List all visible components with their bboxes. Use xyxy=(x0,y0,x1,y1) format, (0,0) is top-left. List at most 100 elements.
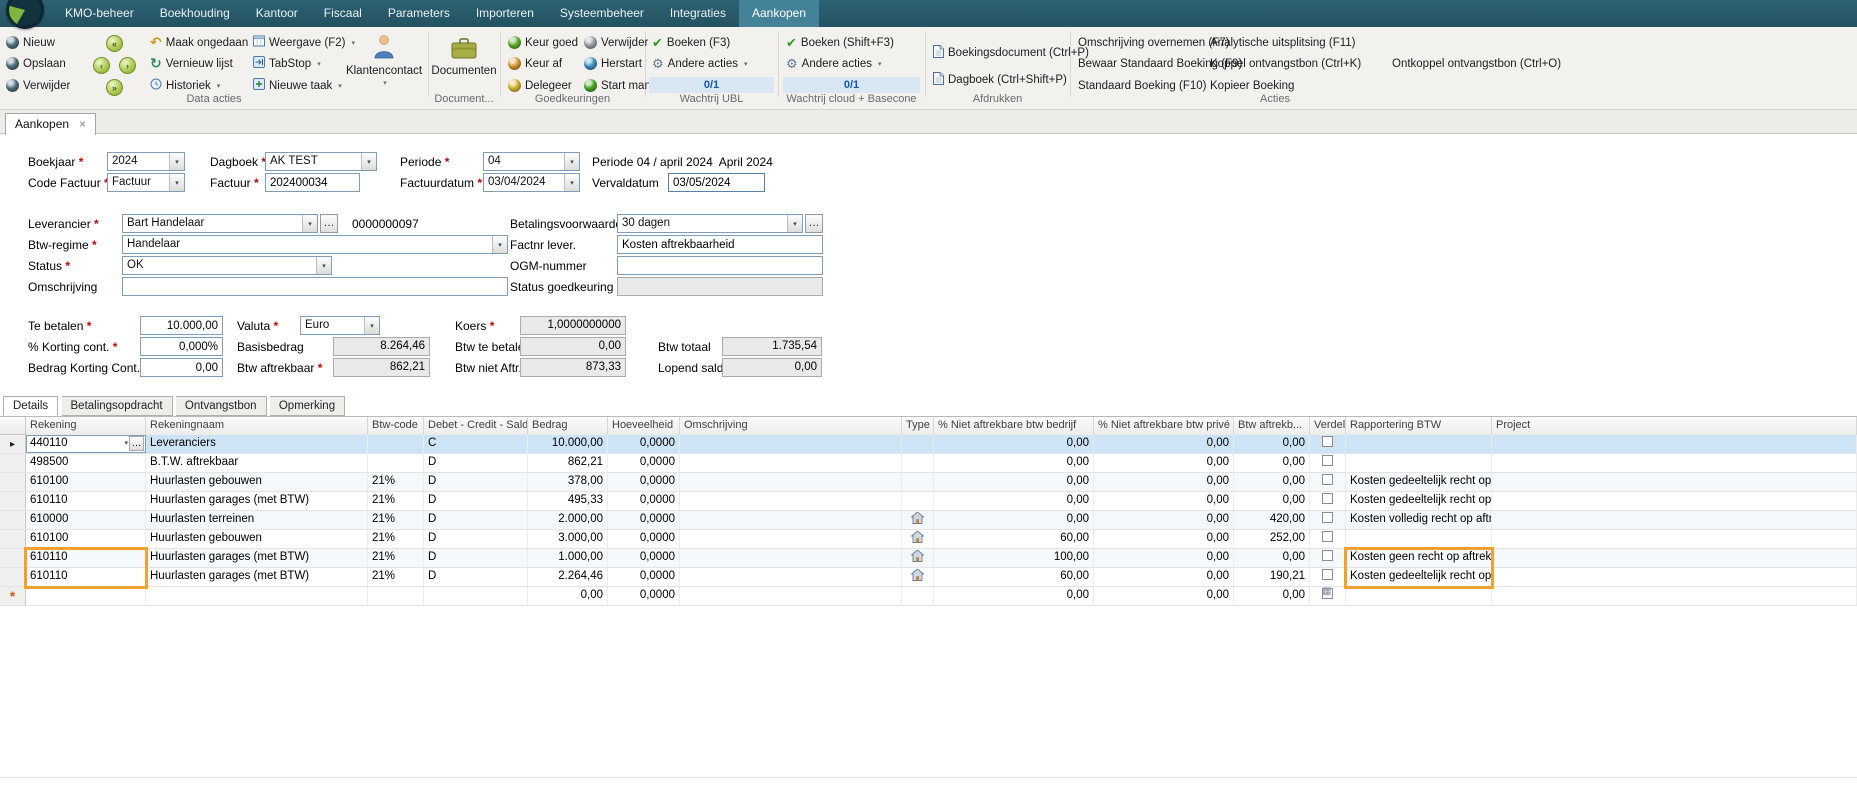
cell-rekening[interactable]: 610110 xyxy=(26,492,146,510)
grid-row[interactable]: 498500B.T.W. aftrekbaarD862,210,00000,00… xyxy=(0,454,1857,473)
factuurdatum-picker[interactable]: 03/04/2024 ▾ xyxy=(483,173,580,192)
cell-btwcode[interactable] xyxy=(368,587,424,605)
cell-bedrag[interactable]: 0,00 xyxy=(528,587,608,605)
grid-row[interactable]: 610110Huurlasten garages (met BTW)21%D1.… xyxy=(0,549,1857,568)
dagboek-combobox[interactable]: AK TEST ▾ xyxy=(265,152,377,171)
grid-new-row[interactable]: *0,000,00000,000,000,00 xyxy=(0,587,1857,606)
cell-rapportering[interactable] xyxy=(1346,435,1492,453)
betalingsvoorwaarde-lookup-button[interactable]: … xyxy=(805,214,823,233)
grid-row[interactable]: 610110Huurlasten garages (met BTW)21%D2.… xyxy=(0,568,1857,587)
cell-btw_aftrekb[interactable]: 0,00 xyxy=(1234,549,1310,567)
historiek-button[interactable]: Historiek ▾ xyxy=(150,77,220,94)
cell-btw_aftrekb[interactable]: 0,00 xyxy=(1234,492,1310,510)
document-tab-aankopen[interactable]: Aankopen × xyxy=(5,113,96,135)
cell-btw_aftrekb[interactable]: 252,00 xyxy=(1234,530,1310,548)
andere-acties-ubl-button[interactable]: ⚙ Andere acties ▾ xyxy=(652,55,748,72)
cell-bedrag[interactable]: 495,33 xyxy=(528,492,608,510)
btw-regime-combobox[interactable]: Handelaar ▾ xyxy=(122,235,508,254)
verdeel-checkbox[interactable] xyxy=(1322,588,1333,599)
lookup-ellipsis-button[interactable]: … xyxy=(129,436,144,451)
cell-rapportering[interactable] xyxy=(1346,454,1492,472)
keur-goed-button[interactable]: Keur goed xyxy=(508,34,578,51)
cell-rekeningnaam[interactable]: Huurlasten gebouwen xyxy=(146,530,368,548)
vervaldatum-input[interactable] xyxy=(668,173,765,192)
tab-details[interactable]: Details xyxy=(3,396,58,416)
dagboek-print-button[interactable]: Dagboek (Ctrl+Shift+P) xyxy=(933,71,1067,88)
cell-rekening[interactable]: 610000 xyxy=(26,511,146,529)
nav-last-button[interactable]: » xyxy=(106,79,123,96)
delegeer-button[interactable]: Delegeer xyxy=(508,77,572,94)
cell-type[interactable] xyxy=(902,492,934,510)
cell-btw_aftrekb[interactable]: 190,21 xyxy=(1234,568,1310,586)
cell-hoeveelheid[interactable]: 0,0000 xyxy=(608,454,680,472)
chevron-down-icon[interactable]: ▾ xyxy=(316,257,331,274)
cell-pct_bedrijf[interactable]: 0,00 xyxy=(934,492,1094,510)
cell-hoeveelheid[interactable]: 0,0000 xyxy=(608,492,680,510)
column-header-btw_aftrekb[interactable]: Btw aftrekb... xyxy=(1234,417,1310,435)
cell-dcs[interactable]: D xyxy=(424,549,528,567)
valuta-combobox[interactable]: Euro ▾ xyxy=(300,316,380,335)
cell-pct_bedrijf[interactable]: 0,00 xyxy=(934,435,1094,453)
cell-btwcode[interactable]: 21% xyxy=(368,530,424,548)
leverancier-combobox[interactable]: Bart Handelaar ▾ xyxy=(122,214,318,233)
cell-rekening[interactable]: 610100 xyxy=(26,473,146,491)
cell-verdel[interactable] xyxy=(1310,511,1346,529)
column-header-project[interactable]: Project xyxy=(1492,417,1857,435)
tabstop-button[interactable]: TabStop ▾ xyxy=(253,55,321,72)
column-header-btwcode[interactable]: Btw-code xyxy=(368,417,424,435)
factuur-input[interactable] xyxy=(265,173,360,192)
cell-dcs[interactable]: D xyxy=(424,492,528,510)
chevron-down-icon[interactable]: ▾ xyxy=(169,174,184,191)
verdeel-checkbox[interactable] xyxy=(1322,569,1333,580)
tab-opmerking[interactable]: Opmerking xyxy=(270,396,345,416)
cell-pct_prive[interactable]: 0,00 xyxy=(1094,492,1234,510)
te-betalen-input[interactable] xyxy=(140,316,223,335)
cell-rekening[interactable]: 610110 xyxy=(26,568,146,586)
korting-pct-input[interactable] xyxy=(140,337,223,356)
cell-type[interactable] xyxy=(902,549,934,567)
verwijder-goedkeuring-button[interactable]: Verwijder xyxy=(584,34,648,51)
cell-pct_bedrijf[interactable]: 0,00 xyxy=(934,454,1094,472)
menu-item-kmo-beheer[interactable]: KMO-beheer xyxy=(52,0,147,27)
grid-row[interactable]: ▸440110▾…LeveranciersC10.000,000,00000,0… xyxy=(0,435,1857,454)
cell-project[interactable] xyxy=(1492,568,1857,586)
ogm-nummer-input[interactable] xyxy=(617,256,823,275)
cell-hoeveelheid[interactable]: 0,0000 xyxy=(608,568,680,586)
cell-omschrijving[interactable] xyxy=(680,473,902,491)
verdeel-checkbox[interactable] xyxy=(1322,455,1333,466)
omschrijving-input[interactable] xyxy=(122,277,508,296)
column-header-rekeningnaam[interactable]: Rekeningnaam xyxy=(146,417,368,435)
leverancier-lookup-button[interactable]: … xyxy=(320,214,338,233)
nav-prev-button[interactable]: ‹ xyxy=(93,57,110,74)
menu-item-systeembeheer[interactable]: Systeembeheer xyxy=(547,0,657,27)
cell-pct_prive[interactable]: 0,00 xyxy=(1094,511,1234,529)
chevron-down-icon[interactable]: ▾ xyxy=(787,215,802,232)
ontkoppel-ontvangstbon-button[interactable]: Ontkoppel ontvangstbon (Ctrl+O) xyxy=(1392,55,1561,72)
cell-verdel[interactable] xyxy=(1310,549,1346,567)
menu-item-boekhouding[interactable]: Boekhouding xyxy=(147,0,243,27)
klantencontact-button[interactable]: Klantencontact ▾ xyxy=(345,34,423,87)
cell-rekeningnaam[interactable]: Leveranciers xyxy=(146,435,368,453)
cell-btwcode[interactable]: 21% xyxy=(368,473,424,491)
cell-rekening[interactable]: 498500 xyxy=(26,454,146,472)
cell-pct_prive[interactable]: 0,00 xyxy=(1094,473,1234,491)
cell-dcs[interactable]: D xyxy=(424,473,528,491)
cell-verdel[interactable] xyxy=(1310,492,1346,510)
cell-btwcode[interactable]: 21% xyxy=(368,549,424,567)
cell-dcs[interactable] xyxy=(424,587,528,605)
cell-pct_bedrijf[interactable]: 0,00 xyxy=(934,587,1094,605)
cell-type[interactable] xyxy=(902,473,934,491)
tab-ontvangstbon[interactable]: Ontvangstbon xyxy=(176,396,267,416)
cell-rekening[interactable]: 610100 xyxy=(26,530,146,548)
cell-btwcode[interactable] xyxy=(368,435,424,453)
keur-af-button[interactable]: Keur af xyxy=(508,55,562,72)
chevron-down-icon[interactable]: ▾ xyxy=(492,236,507,253)
verwijder-button[interactable]: Verwijder xyxy=(6,77,70,94)
code-factuur-combobox[interactable]: Factuur ▾ xyxy=(107,173,185,192)
cell-project[interactable] xyxy=(1492,511,1857,529)
grid-row[interactable]: 610110Huurlasten garages (met BTW)21%D49… xyxy=(0,492,1857,511)
column-header-verdel[interactable]: Verdel... xyxy=(1310,417,1346,435)
cell-type[interactable] xyxy=(902,587,934,605)
vernieuw-lijst-button[interactable]: ↻ Vernieuw lijst xyxy=(150,55,233,72)
chevron-down-icon[interactable]: ▾ xyxy=(564,153,579,170)
